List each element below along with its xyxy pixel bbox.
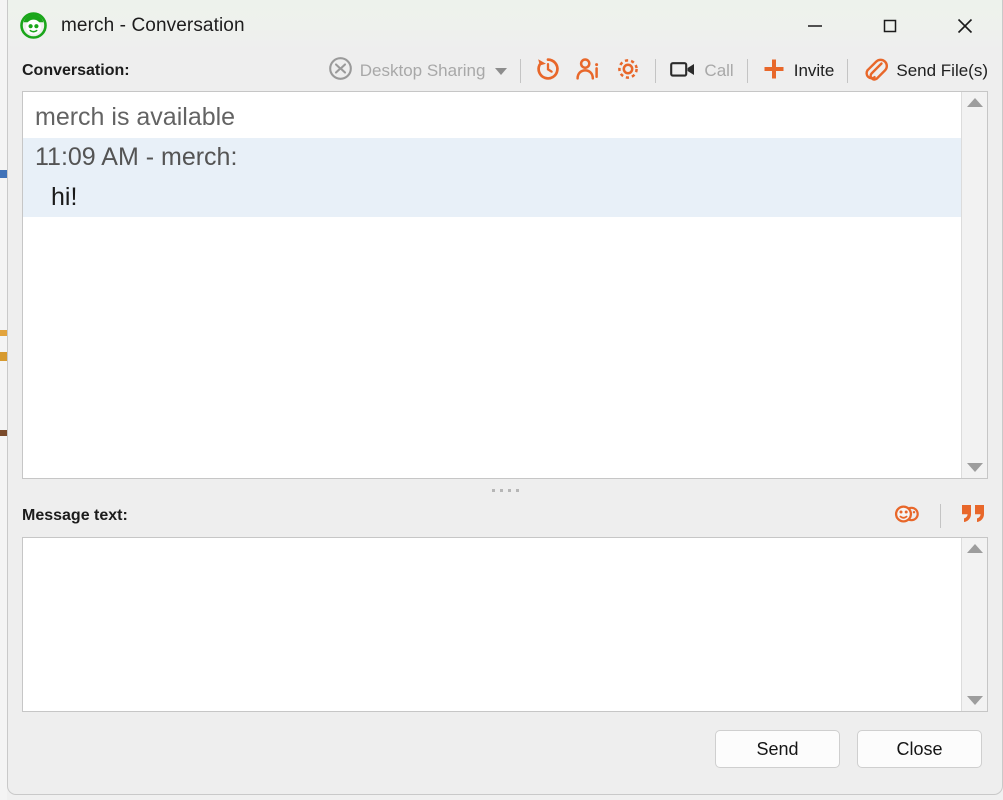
close-button-footer[interactable]: Close: [857, 730, 982, 768]
send-files-button[interactable]: Send File(s): [855, 55, 994, 87]
toolbar-separator: [655, 59, 657, 83]
desktop-sharing-label: Desktop Sharing: [359, 61, 486, 80]
toolbar-separator: [847, 59, 849, 83]
toolbar-separator: [746, 59, 748, 83]
gear-icon: [614, 55, 642, 88]
scroll-up-arrow-icon[interactable]: [966, 98, 983, 107]
message-label-row: Message text:: [8, 501, 1002, 531]
message-body: hi!: [23, 177, 961, 218]
quote-marks-icon[interactable]: [958, 502, 988, 531]
conversation-scrollbar[interactable]: [961, 92, 987, 478]
message-tools: [893, 501, 988, 531]
message-input[interactable]: [23, 538, 961, 711]
scroll-down-arrow-icon[interactable]: [966, 696, 983, 705]
toolbar-row: Conversation: Desktop Sharing Call Invit…: [8, 51, 1002, 91]
desktop-sharing-icon: [328, 56, 353, 86]
send-button[interactable]: Send: [715, 730, 840, 768]
smiley-faces-icon[interactable]: [893, 503, 923, 530]
plus-icon: [761, 56, 787, 87]
message-header: 11:09 AM - merch:: [23, 137, 961, 178]
message-tools-separator: [940, 504, 941, 528]
pidgin-buddy-icon: [20, 12, 47, 39]
history-icon: [534, 55, 562, 88]
invite-label: Invite: [793, 61, 835, 80]
call-label: Call: [704, 61, 734, 80]
maximize-button[interactable]: [852, 0, 927, 51]
conversation-messages[interactable]: merch is available 11:09 AM - merch: hi!: [23, 92, 961, 478]
scroll-up-arrow-icon[interactable]: [966, 544, 983, 553]
title-bar: merch - Conversation: [8, 0, 1002, 51]
toolbar-separator: [520, 59, 522, 83]
desktop-sharing-button[interactable]: Desktop Sharing: [322, 55, 514, 87]
conversation-window: merch - Conversation Conversation: Deskt…: [7, 0, 1003, 795]
window-controls: [777, 0, 1002, 51]
call-button[interactable]: Call: [663, 55, 739, 87]
message-input-area: [22, 537, 988, 712]
invite-button[interactable]: Invite: [755, 55, 841, 87]
history-button[interactable]: [528, 55, 568, 87]
message-scrollbar[interactable]: [961, 538, 987, 711]
splitter-dot: [515, 488, 519, 492]
system-message: merch is available: [23, 98, 961, 138]
splitter-dot: [499, 488, 503, 492]
pane-splitter[interactable]: [8, 479, 1002, 501]
splitter-dot: [491, 488, 495, 492]
conversation-view: merch is available 11:09 AM - merch: hi!: [22, 91, 988, 479]
window-title: merch - Conversation: [61, 14, 245, 36]
paperclip-icon: [861, 56, 889, 87]
conversation-toolbar: Desktop Sharing Call Invite Send File(s): [322, 51, 994, 91]
video-call-icon: [669, 58, 697, 85]
message-text-label: Message text:: [22, 507, 128, 524]
user-info-button[interactable]: [568, 55, 608, 87]
user-info-icon: [574, 55, 602, 88]
chevron-down-icon[interactable]: [495, 67, 508, 75]
splitter-dot: [507, 488, 511, 492]
footer-buttons: Send Close: [8, 712, 1002, 786]
background-desktop-strip: [0, 0, 7, 800]
settings-button[interactable]: [608, 55, 648, 87]
close-button[interactable]: [927, 0, 1002, 51]
send-files-label: Send File(s): [896, 61, 988, 80]
minimize-button[interactable]: [777, 0, 852, 51]
scroll-down-arrow-icon[interactable]: [966, 463, 983, 472]
conversation-label: Conversation:: [22, 62, 130, 79]
